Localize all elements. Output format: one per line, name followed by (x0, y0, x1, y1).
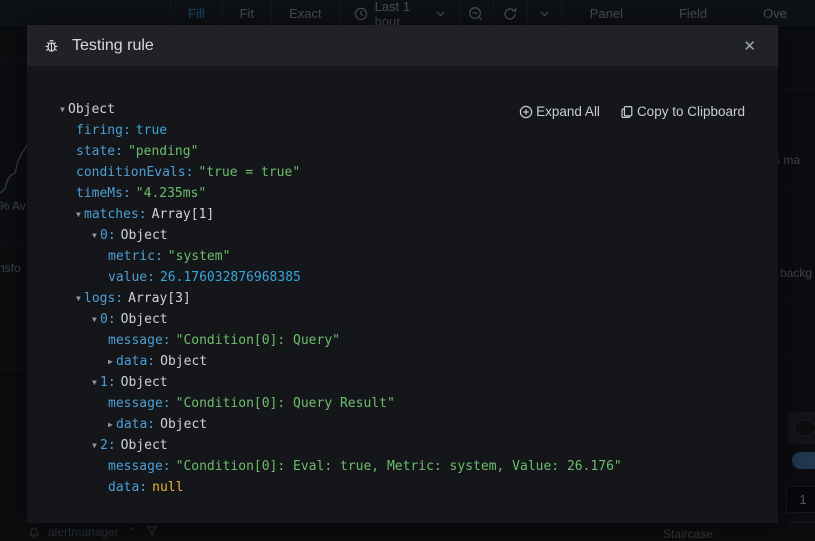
modal-header: Testing rule ✕ (27, 25, 778, 66)
json-key: logs: (84, 288, 123, 309)
json-value-string: "Condition[0]: Eval: true, Metric: syste… (176, 456, 622, 477)
json-tree-line: message:"Condition[0]: Eval: true, Metri… (27, 456, 778, 477)
json-value-null: null (152, 477, 183, 498)
json-value-string: "Condition[0]: Query Result" (176, 393, 395, 414)
json-value-string: "Condition[0]: Query" (176, 330, 340, 351)
json-key: message: (108, 456, 171, 477)
json-value-string: "4.235ms" (136, 183, 206, 204)
modal-title: Testing rule (72, 37, 154, 55)
json-tree-line: metric:"system" (27, 246, 778, 267)
expand-arrow-icon[interactable]: ▶ (108, 414, 116, 435)
expand-arrow-icon[interactable]: ▶ (108, 351, 116, 372)
json-key: state: (76, 141, 123, 162)
json-value-label: Object (121, 372, 168, 393)
json-tree-line[interactable]: ▼0:Object (27, 309, 778, 330)
json-value-label: Object (68, 99, 115, 120)
json-key: message: (108, 393, 171, 414)
json-value-label: Array[1] (152, 204, 215, 225)
json-key: value: (108, 267, 155, 288)
json-tree-line: state:"pending" (27, 141, 778, 162)
json-key: 1: (100, 372, 116, 393)
json-value-label: Object (121, 435, 168, 456)
json-tree-line: value:26.176032876968385 (27, 267, 778, 288)
json-value-label: Object (160, 351, 207, 372)
collapse-arrow-icon[interactable]: ▼ (92, 225, 100, 246)
json-value-label: Object (121, 225, 168, 246)
json-tree-line: timeMs:"4.235ms" (27, 183, 778, 204)
close-icon[interactable]: ✕ (737, 33, 762, 59)
json-key: metric: (108, 246, 163, 267)
collapse-arrow-icon[interactable]: ▼ (92, 435, 100, 456)
json-key: firing: (76, 120, 131, 141)
json-tree-line[interactable]: ▶data:Object (27, 414, 778, 435)
json-value-label: Object (160, 414, 207, 435)
json-key: data: (116, 414, 155, 435)
json-tree-line: firing:true (27, 120, 778, 141)
json-tree: ▼Objectfiring:truestate:"pending"conditi… (27, 99, 778, 498)
json-tree-line[interactable]: ▼Object (27, 99, 778, 120)
screen: Fill Fit Exact Last 1 hour (0, 0, 815, 541)
json-tree-line[interactable]: ▼matches:Array[1] (27, 204, 778, 225)
json-key: conditionEvals: (76, 162, 193, 183)
json-tree-line: message:"Condition[0]: Query Result" (27, 393, 778, 414)
json-value-bool: true (136, 120, 167, 141)
collapse-arrow-icon[interactable]: ▼ (76, 288, 84, 309)
json-value-string: "system" (168, 246, 231, 267)
json-key: message: (108, 330, 171, 351)
collapse-arrow-icon[interactable]: ▼ (92, 309, 100, 330)
json-key: 2: (100, 435, 116, 456)
json-key: data: (116, 351, 155, 372)
json-tree-line[interactable]: ▼1:Object (27, 372, 778, 393)
json-value-label: Array[3] (128, 288, 191, 309)
collapse-arrow-icon[interactable]: ▼ (92, 372, 100, 393)
json-value-number: 26.176032876968385 (160, 267, 301, 288)
json-key: matches: (84, 204, 147, 225)
testing-rule-modal: Testing rule ✕ Expand All Copy to (27, 25, 778, 523)
json-value-string: "true = true" (198, 162, 300, 183)
json-tree-line[interactable]: ▶data:Object (27, 351, 778, 372)
json-key: 0: (100, 225, 116, 246)
collapse-arrow-icon[interactable]: ▼ (76, 204, 84, 225)
json-tree-line[interactable]: ▼0:Object (27, 225, 778, 246)
json-tree-line[interactable]: ▼2:Object (27, 435, 778, 456)
json-tree-line: data:null (27, 477, 778, 498)
json-value-label: Object (121, 309, 168, 330)
modal-body: Expand All Copy to Clipboard ▼Objectfiri… (27, 66, 778, 523)
json-tree-line[interactable]: ▼logs:Array[3] (27, 288, 778, 309)
json-key: timeMs: (76, 183, 131, 204)
json-tree-line: conditionEvals:"true = true" (27, 162, 778, 183)
json-value-string: "pending" (128, 141, 198, 162)
collapse-arrow-icon[interactable]: ▼ (60, 99, 68, 120)
json-key: 0: (100, 309, 116, 330)
bug-icon (43, 37, 60, 54)
json-key: data: (108, 477, 147, 498)
json-tree-line: message:"Condition[0]: Query" (27, 330, 778, 351)
